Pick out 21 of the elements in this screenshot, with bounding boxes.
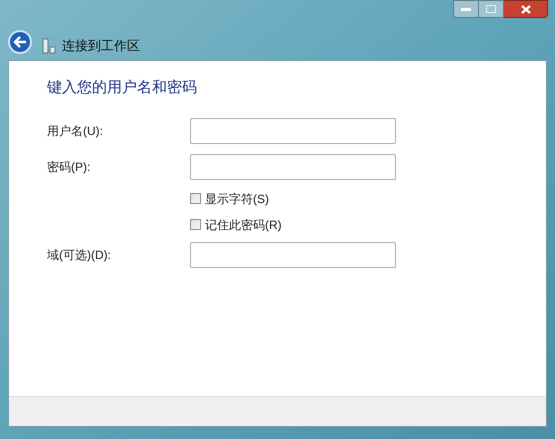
input-field[interactable]: [190, 154, 396, 180]
back-arrow-icon: [13, 36, 27, 48]
minimize-icon: [461, 8, 471, 10]
checkbox[interactable]: [190, 219, 201, 230]
checkbox-label: 记住此密码(R): [205, 216, 282, 234]
close-icon: [520, 4, 530, 14]
checkbox[interactable]: [190, 193, 201, 204]
heading: 键入您的用户名和密码: [47, 78, 198, 98]
maximize-button[interactable]: [479, 0, 504, 18]
minimize-button[interactable]: [453, 0, 479, 18]
window-title: 连接到工作区: [62, 38, 140, 54]
field-label: 用户名(U):: [47, 122, 104, 140]
close-button[interactable]: [504, 0, 548, 18]
computer-icon: [42, 38, 56, 54]
field-label: 密码(P):: [47, 158, 92, 176]
input-field[interactable]: [190, 242, 396, 268]
maximize-icon: [486, 5, 496, 13]
checkbox-label: 显示字符(S): [205, 190, 269, 208]
back-button[interactable]: [8, 30, 32, 54]
input-field[interactable]: [190, 118, 396, 144]
field-label: 域(可选)(D):: [47, 246, 112, 264]
